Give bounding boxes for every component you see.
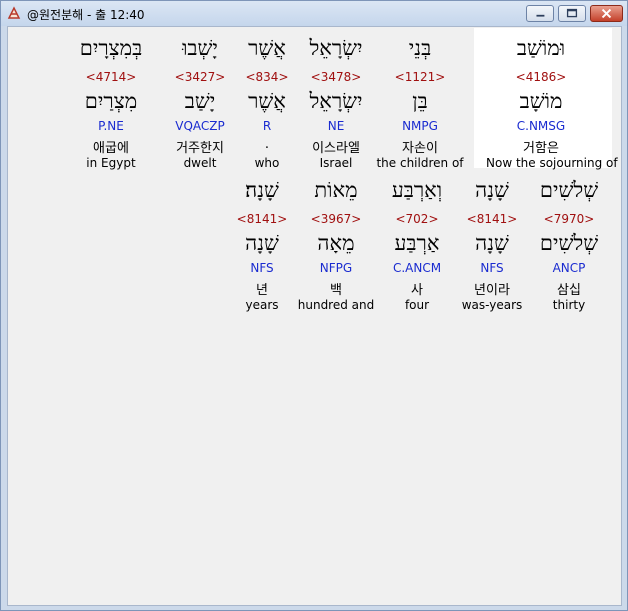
close-button[interactable] (590, 5, 623, 22)
close-icon (601, 8, 612, 19)
maximize-icon (566, 8, 578, 18)
hebrew-lemma: שָׁנָה (245, 231, 279, 255)
korean-gloss: 거함은 (523, 141, 559, 156)
interlinear-panel[interactable]: וּמוֹשַׁב <4186> מוֹשָׁב C.NMSG 거함은 Now … (7, 26, 622, 606)
strong-number: <4714> (85, 70, 137, 84)
korean-gloss: 년 (256, 283, 268, 298)
strong-number: <4186> (515, 70, 567, 84)
app-logo-icon (7, 6, 21, 19)
minimize-icon (536, 14, 545, 17)
minimize-button[interactable] (526, 5, 554, 22)
hebrew-word: בְּמִצְרָיִם (79, 36, 143, 60)
title-bar[interactable]: @원전분해 - 출 12:40 (1, 1, 627, 26)
hebrew-word: וּמוֹשַׁב (516, 36, 566, 60)
morphology-code: C.NMSG (516, 119, 566, 133)
korean-gloss: 애굽에 (93, 141, 129, 156)
hebrew-lemma: מוֹשָׁב (519, 89, 563, 113)
strong-number: <8141> (236, 212, 288, 226)
maximize-button[interactable] (558, 5, 586, 22)
english-gloss: years (245, 298, 279, 312)
hebrew-lemma: מִצְרַיִם (84, 89, 138, 113)
english-gloss: in Egypt (86, 156, 136, 170)
window-title: @원전분해 - 출 12:40 (27, 8, 145, 22)
app-window: @원전분해 - 출 12:40 וּמוֹשַׁב <4186> מוֹשָׁב… (0, 0, 628, 611)
english-gloss: Now the sojourning of (486, 156, 618, 170)
morphology-code: NFS (250, 261, 274, 275)
morphology-code: P.NE (98, 119, 124, 133)
hebrew-word: שָׁנָה׃ (245, 178, 279, 202)
